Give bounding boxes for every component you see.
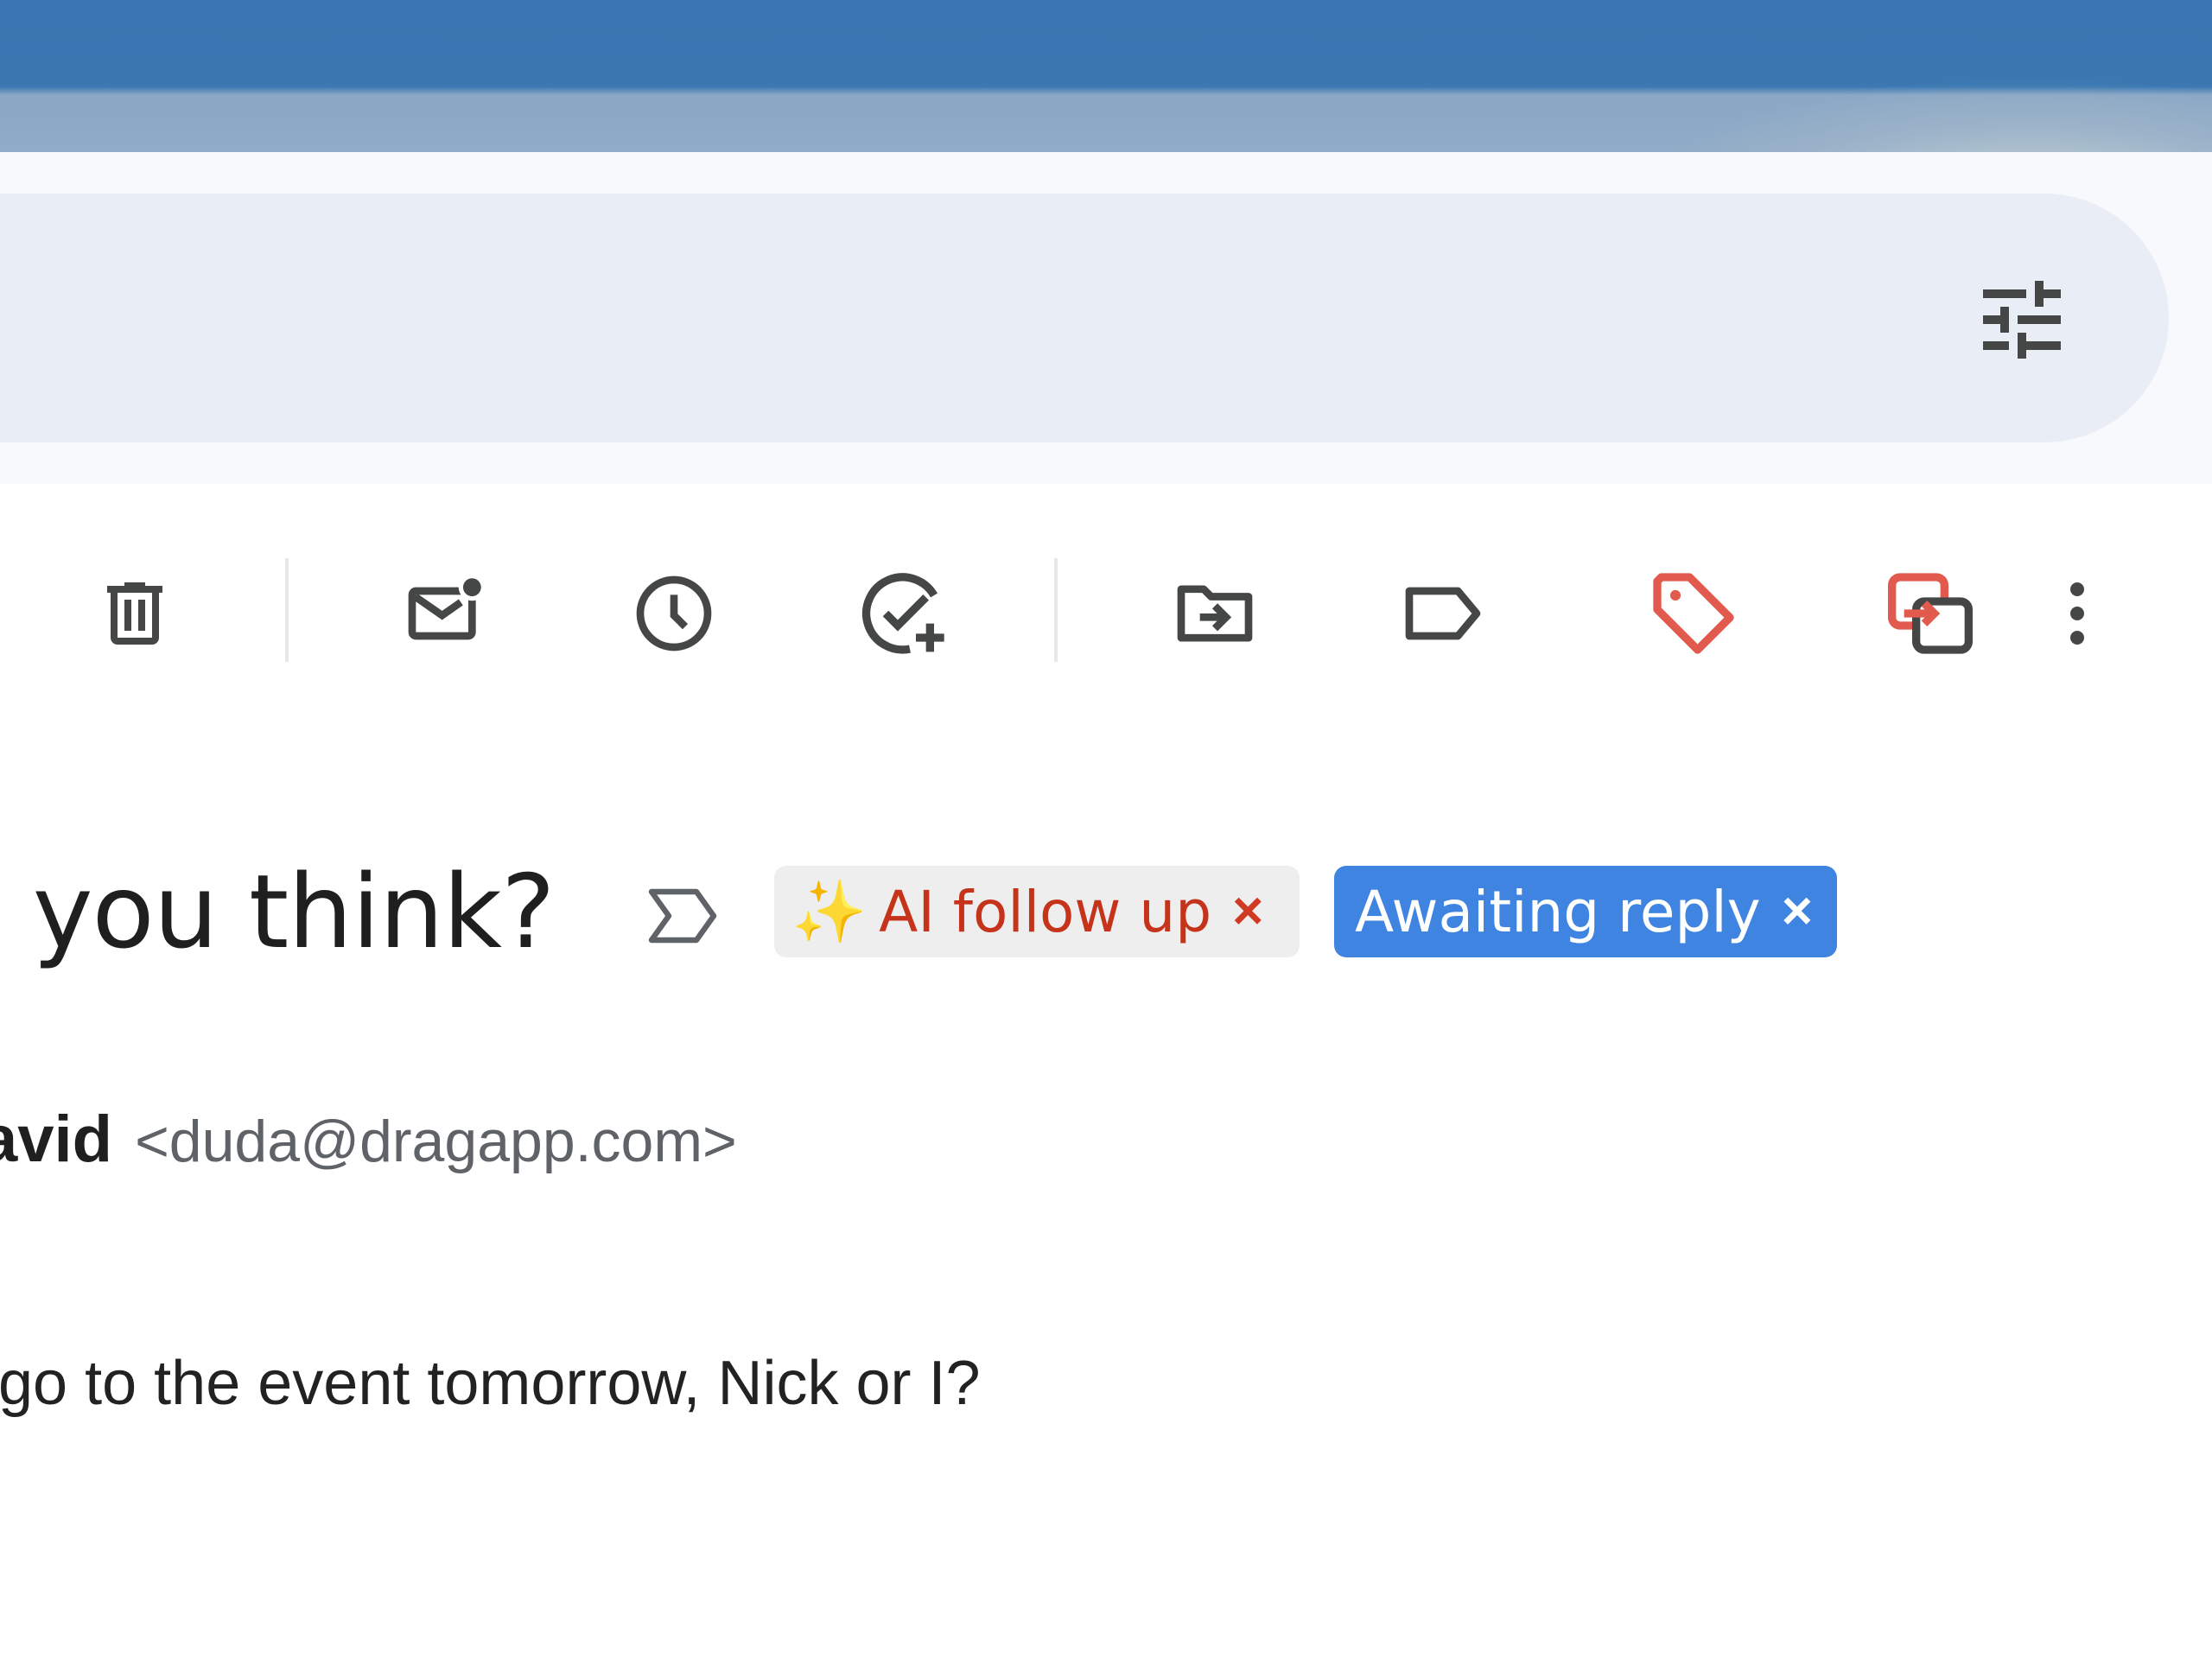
sparkles-icon: ✨ (791, 878, 868, 945)
importance-marker-button[interactable] (639, 873, 726, 959)
add-to-tasks-button[interactable] (843, 553, 964, 674)
sender-email: <duda@dragapp.com> (135, 1109, 737, 1174)
search-options-button[interactable] (1961, 259, 2082, 380)
delete-button[interactable] (74, 553, 195, 674)
sender-name[interactable]: avid (0, 1102, 112, 1177)
mark-unread-button[interactable] (385, 553, 506, 674)
snooze-icon (636, 575, 712, 652)
toolbar-divider (1054, 558, 1058, 662)
tune-icon (1983, 281, 2061, 359)
importance-marker-icon (648, 888, 717, 944)
mark-unread-icon (408, 574, 486, 640)
label-chip-ai-follow-up: ✨ AI follow up × (774, 866, 1300, 957)
search-bar[interactable] (0, 194, 2169, 442)
tag-icon (1653, 573, 1734, 654)
subject-text: o you think? (0, 852, 556, 971)
label-chip-text: Awaiting reply (1355, 878, 1761, 945)
email-subject: o you think? (0, 847, 556, 976)
delete-icon (107, 582, 162, 645)
remove-label-button[interactable]: × (1232, 885, 1263, 938)
wallpaper-highlight (1642, 78, 2212, 152)
email-body: go to the event tomorrow, Nick or I? (0, 1349, 981, 1418)
move-to-button[interactable] (1154, 553, 1275, 674)
switch-icon (1888, 573, 1973, 654)
more-vert-icon (2070, 582, 2084, 645)
tag-button[interactable] (1633, 553, 1754, 674)
label-chip-awaiting-reply: Awaiting reply × (1334, 866, 1837, 957)
labels-button[interactable] (1382, 553, 1503, 674)
move-to-icon (1177, 585, 1253, 642)
switch-account-button[interactable] (1870, 553, 1991, 674)
remove-label-button[interactable]: × (1782, 885, 1813, 938)
add-task-icon (861, 573, 944, 654)
toolbar-divider (285, 558, 289, 662)
more-options-button[interactable] (2017, 553, 2138, 674)
label-chip-text: AI follow up (879, 878, 1212, 945)
snooze-button[interactable] (613, 553, 734, 674)
label-icon (1405, 587, 1481, 640)
desktop-background (0, 0, 2212, 152)
sender-line: avid <duda@dragapp.com> (0, 1102, 737, 1179)
